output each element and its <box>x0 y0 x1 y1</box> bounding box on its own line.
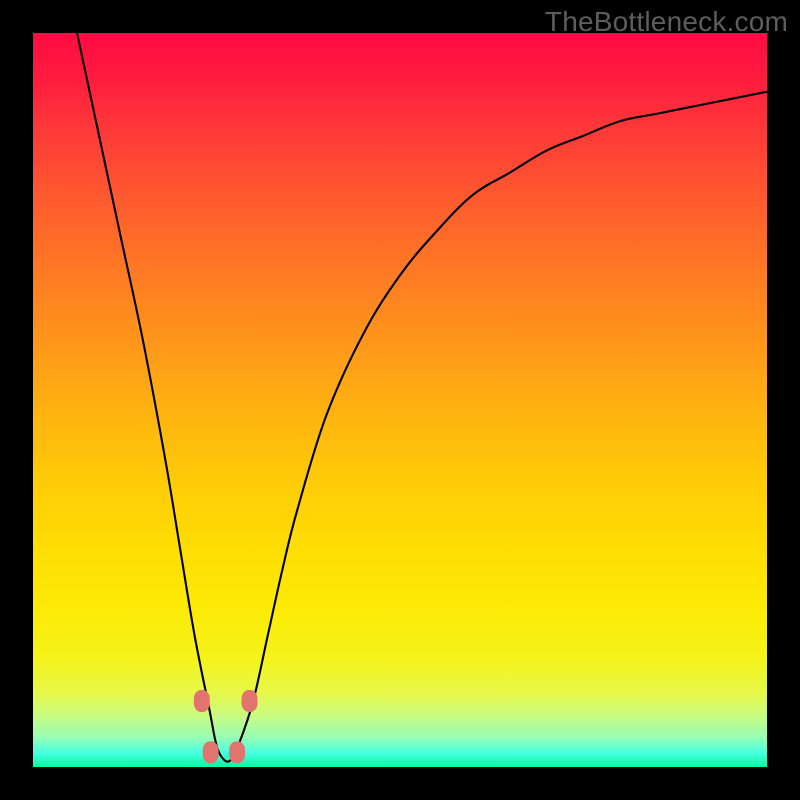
curve-marker <box>242 690 258 712</box>
curve-layer <box>33 33 767 767</box>
plot-area <box>33 33 767 767</box>
curve-marker <box>229 741 245 763</box>
curve-marker <box>203 741 219 763</box>
curve-marker <box>194 690 210 712</box>
chart-frame: TheBottleneck.com <box>0 0 800 800</box>
bottleneck-curve <box>77 33 767 762</box>
curve-markers <box>194 690 258 763</box>
